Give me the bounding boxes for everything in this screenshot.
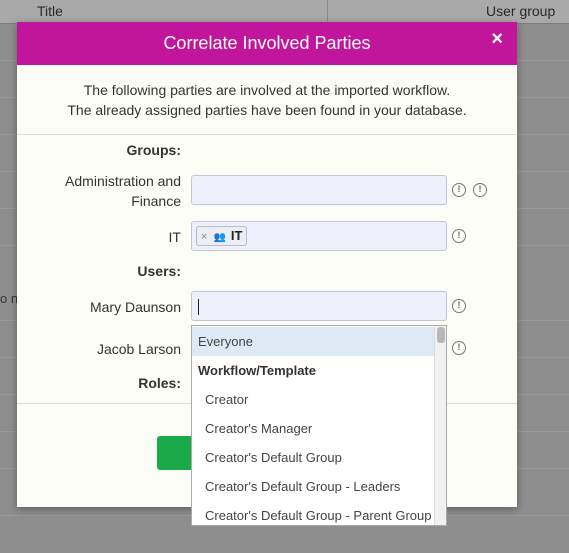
dropdown-option-creators-default-group[interactable]: Creator's Default Group: [192, 443, 435, 472]
text-cursor: [198, 299, 199, 315]
groups-heading: Groups:: [126, 142, 181, 158]
dropdown-scroll-thumb[interactable]: [437, 327, 445, 343]
group-label-administration-and-finance: Administration and Finance: [65, 173, 181, 209]
selected-group-tag: × 👥 IT: [196, 226, 248, 246]
column-header-title: Title: [37, 3, 63, 19]
info-icon[interactable]: !: [452, 341, 466, 355]
dropdown-group-workflow-template: Workflow/Template: [198, 363, 316, 378]
dropdown-scrollbar[interactable]: [434, 326, 446, 525]
close-icon[interactable]: ×: [491, 28, 503, 51]
user-label-mary-daunson: Mary Daunson: [89, 299, 181, 315]
intro-line: The following parties are involved at th…: [83, 82, 451, 98]
info-icon[interactable]: !: [452, 229, 466, 243]
background-table-header: Title User group: [0, 0, 569, 24]
info-icon[interactable]: !: [452, 299, 466, 313]
modal-intro: The following parties are involved at th…: [17, 80, 517, 120]
modal-header: Correlate Involved Parties ×: [17, 22, 517, 65]
user-options-dropdown[interactable]: Everyone Workflow/Template Creator Creat…: [191, 325, 447, 526]
group-label-it: IT: [168, 229, 181, 245]
background-truncated-text: o n: [0, 291, 19, 306]
remove-tag-icon[interactable]: ×: [201, 231, 207, 243]
group-select-it[interactable]: × 👥 IT: [191, 221, 447, 251]
roles-heading: Roles:: [138, 375, 181, 391]
dropdown-option-creator[interactable]: Creator: [192, 385, 435, 414]
dropdown-option-creators-default-group-parent-group[interactable]: Creator's Default Group - Parent Group: [192, 501, 435, 525]
tag-label: IT: [230, 228, 243, 243]
dropdown-option-creators-default-group-leaders[interactable]: Creator's Default Group - Leaders: [192, 472, 435, 501]
dropdown-option-everyone[interactable]: Everyone: [192, 327, 435, 356]
group-icon: 👥: [213, 232, 226, 243]
group-select-administration-and-finance[interactable]: [191, 175, 447, 205]
modal-title: Correlate Involved Parties: [163, 33, 371, 53]
column-header-user-group: User group: [486, 3, 556, 19]
user-select-mary-daunson[interactable]: [191, 291, 447, 321]
users-heading: Users:: [137, 263, 181, 279]
user-label-jacob-larson: Jacob Larson: [96, 341, 181, 357]
column-separator: [327, 0, 328, 24]
info-icon[interactable]: !: [473, 183, 487, 197]
dropdown-option-creators-manager[interactable]: Creator's Manager: [192, 414, 435, 443]
info-icon[interactable]: !: [452, 183, 466, 197]
intro-line: The already assigned parties have been f…: [67, 102, 467, 118]
